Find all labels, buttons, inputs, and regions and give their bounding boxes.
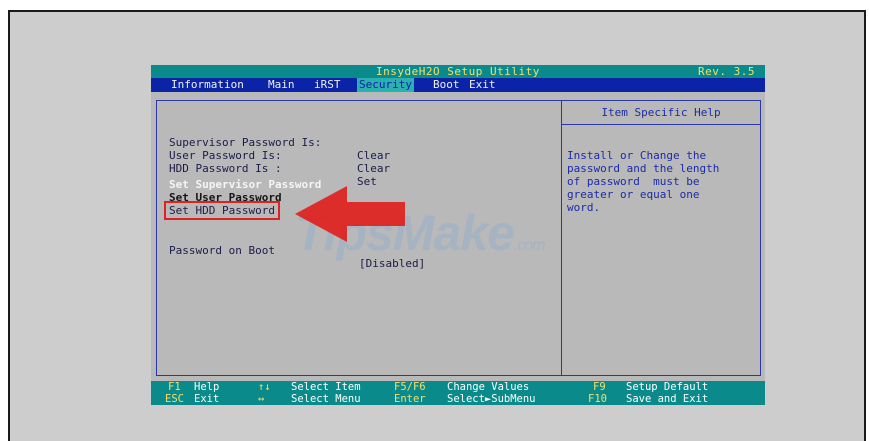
- key-enter: Enter: [394, 393, 426, 405]
- set-user-password-option[interactable]: Set User Password: [169, 191, 282, 204]
- key-leftright-desc: Select Menu: [291, 393, 361, 405]
- menu-exit[interactable]: Exit: [467, 78, 498, 92]
- supervisor-status-value: Clear: [357, 149, 391, 162]
- user-status-value: Clear: [357, 162, 391, 175]
- key-f1-desc: Help: [194, 381, 220, 393]
- help-text: Install or Change the password and the l…: [567, 149, 757, 214]
- screenshot-frame: InsydeH2O Setup Utility Rev. 3.5 Informa…: [8, 10, 866, 441]
- key-f5f6-desc: Change Values: [447, 381, 530, 393]
- key-f10-desc: Save and Exit: [626, 393, 709, 405]
- key-updown-desc: Select Item: [291, 381, 361, 393]
- key-f9: F9: [593, 381, 606, 393]
- password-on-boot-row[interactable]: Password on Boot [Disabled]: [157, 231, 425, 283]
- key-esc: ESC: [165, 393, 184, 405]
- key-esc-desc: Exit: [194, 393, 220, 405]
- key-enter-desc: Select►SubMenu: [447, 393, 536, 405]
- utility-title: InsydeH2O Setup Utility: [376, 65, 540, 78]
- red-arrow-icon: [295, 186, 405, 242]
- password-on-boot-label: Password on Boot: [169, 244, 275, 257]
- revision-label: Rev. 3.5: [698, 65, 755, 78]
- key-leftright: ↔: [258, 393, 265, 405]
- menu-boot[interactable]: Boot: [431, 78, 462, 92]
- menu-main[interactable]: Main: [266, 78, 297, 92]
- menu-information[interactable]: Information: [169, 78, 246, 92]
- help-line: word.: [567, 201, 601, 214]
- help-line: password and the length: [567, 162, 720, 175]
- panel-divider: [561, 101, 562, 375]
- title-bar: InsydeH2O Setup Utility Rev. 3.5: [151, 65, 765, 78]
- menu-bar: Information Main iRST Security Boot Exit: [151, 78, 765, 92]
- help-line: greater or equal one: [567, 188, 700, 201]
- key-updown: ↑↓: [258, 381, 271, 393]
- key-f1: F1: [168, 381, 181, 393]
- key-f10: F10: [588, 393, 607, 405]
- key-help-footer: F1 Help ↑↓ Select Item F5/F6 Change Valu…: [151, 381, 765, 405]
- help-line: of password must be: [567, 175, 700, 188]
- menu-security[interactable]: Security: [357, 78, 414, 92]
- menu-irst[interactable]: iRST: [312, 78, 343, 92]
- help-line: Install or Change the: [567, 149, 707, 162]
- watermark-suffix: .com: [513, 237, 546, 254]
- help-header: Item Specific Help: [562, 101, 760, 125]
- set-hdd-password-option[interactable]: Set HDD Password: [164, 201, 280, 220]
- hdd-status-label: HDD Password Is :: [169, 162, 282, 175]
- key-f9-desc: Setup Default: [626, 381, 709, 393]
- key-f5f6: F5/F6: [394, 381, 426, 393]
